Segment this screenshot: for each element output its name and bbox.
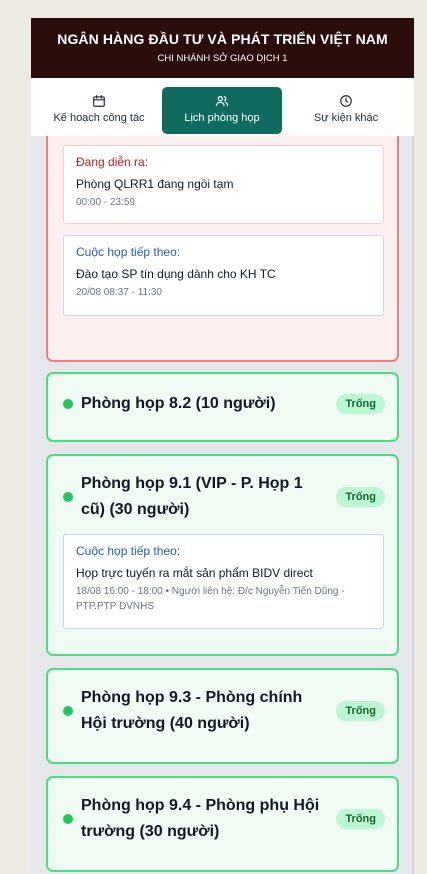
next-meeting-title: Đào tạo SP tín dụng dành cho KH TC [76, 267, 276, 281]
next-meeting-label: Cuộc họp tiếp theo: [76, 544, 181, 558]
current-meeting-time: 00:00 - 23:59 [76, 197, 135, 208]
app-screen: NGÂN HÀNG ĐẦU TƯ VÀ PHÁT TRIỂN VIỆT NAM … [31, 18, 414, 874]
status-dot [63, 706, 73, 716]
branch-name: CHI NHÁNH SỞ GIAO DỊCH 1 [157, 53, 288, 64]
next-meeting-details: 18/08 16:00 - 18:00 • Người liên hệ: Đ/c… [76, 586, 345, 612]
room-card-header: Phòng họp 8.2 (10 người) Trống [63, 391, 385, 417]
next-meeting-title: Họp trực tuyến ra mắt sản phẩm BIDV dire… [76, 566, 313, 580]
room-name: Phòng họp 9.1 (VIP - P. Họp 1 cũ) (30 ng… [81, 475, 303, 518]
current-meeting-title: Phòng QLRR1 đang ngồi tạm [76, 177, 234, 191]
room-list[interactable]: Đang diễn ra: Phòng QLRR1 đang ngồi tạm … [31, 136, 414, 874]
calendar-icon [93, 95, 105, 107]
tab-meeting-rooms[interactable]: Lịch phòng họp [162, 87, 282, 134]
room-card-header: Phòng họp 9.1 (VIP - P. Họp 1 cũ) (30 ng… [63, 471, 385, 523]
status-dot [63, 814, 73, 824]
current-meeting-box: Đang diễn ra: Phòng QLRR1 đang ngồi tạm … [63, 145, 384, 224]
status-badge: Trống [336, 487, 385, 507]
room-name: Phòng họp 9.3 - Phòng chính Hội trường (… [81, 689, 303, 732]
status-badge: Trống [336, 701, 385, 721]
tab-meeting-rooms-label: Lịch phòng họp [184, 112, 260, 124]
room-card-9-3[interactable]: Phòng họp 9.3 - Phòng chính Hội trường (… [46, 668, 399, 764]
bank-name: NGÂN HÀNG ĐẦU TƯ VÀ PHÁT TRIỂN VIỆT NAM [57, 31, 388, 47]
room-name: Phòng họp 8.2 (10 người) [81, 395, 276, 412]
tab-work-plan[interactable]: Kế hoạch công tác [38, 87, 160, 134]
status-badge: Trống [336, 809, 385, 829]
tab-other-events-label: Sự kiện khác [313, 112, 379, 124]
current-meeting-label: Đang diễn ra: [76, 155, 149, 169]
status-dot [63, 399, 73, 409]
next-meeting-label: Cuộc họp tiếp theo: [76, 245, 181, 259]
clock-icon [340, 95, 352, 107]
room-card-9-4[interactable]: Phòng họp 9.4 - Phòng phụ Hội trường (30… [46, 776, 399, 872]
tab-work-plan-label: Kế hoạch công tác [53, 112, 145, 124]
scrollbar[interactable] [412, 136, 414, 874]
status-badge: Trống [336, 394, 385, 414]
tab-bar: Kế hoạch công tác Lịch phòng họp Sự kiện… [31, 78, 414, 136]
next-meeting-box: Cuộc họp tiếp theo: Họp trực tuyến ra mắ… [63, 534, 384, 629]
room-name: Phòng họp 9.4 - Phòng phụ Hội trường (30… [81, 797, 320, 840]
room-card-9-1[interactable]: Phòng họp 9.1 (VIP - P. Họp 1 cũ) (30 ng… [46, 454, 399, 656]
app-header: NGÂN HÀNG ĐẦU TƯ VÀ PHÁT TRIỂN VIỆT NAM … [31, 18, 414, 78]
room-card-header: Phòng họp 9.4 - Phòng phụ Hội trường (30… [63, 793, 385, 845]
status-dot [63, 492, 73, 502]
room-card-8-2[interactable]: Phòng họp 8.2 (10 người) Trống [46, 372, 399, 442]
users-icon [215, 96, 229, 107]
room-card-header: Phòng họp 9.3 - Phòng chính Hội trường (… [63, 685, 385, 737]
tab-other-events[interactable]: Sự kiện khác [284, 87, 408, 134]
next-meeting-time: 20/08 08:37 - 11:30 [76, 287, 162, 298]
room-card-busy[interactable]: Đang diễn ra: Phòng QLRR1 đang ngồi tạm … [46, 136, 399, 362]
next-meeting-box: Cuộc họp tiếp theo: Đào tạo SP tín dụng … [63, 235, 384, 316]
